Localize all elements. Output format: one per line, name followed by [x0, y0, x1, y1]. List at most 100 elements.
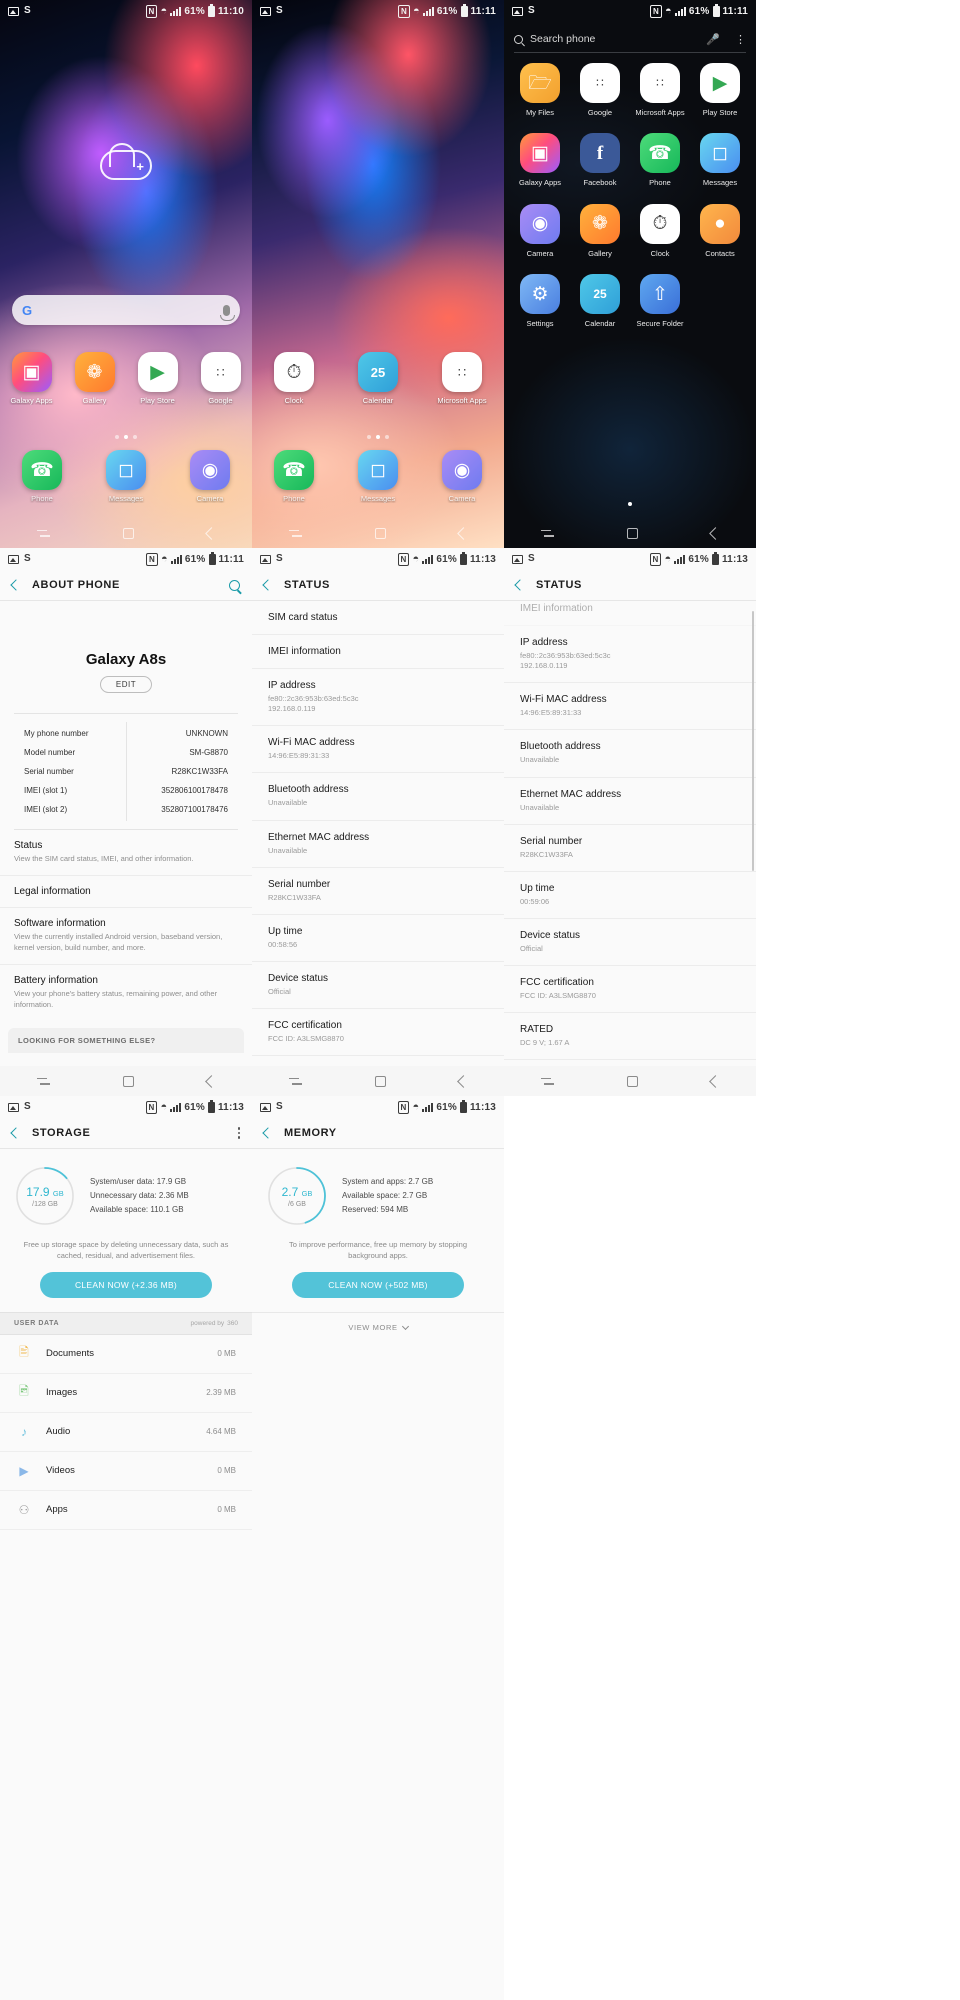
view-more-button[interactable]: VIEW MORE: [252, 1311, 504, 1342]
drawer-app-clock[interactable]: ⏱ Clock: [632, 203, 688, 258]
about-item-battery-information[interactable]: Battery information View your phone's ba…: [0, 965, 252, 1021]
edit-button[interactable]: EDIT: [100, 676, 152, 693]
status-item-device-status[interactable]: Device status Official: [504, 919, 756, 966]
status-scroll-area[interactable]: IMEI information IP address fe80::2c36:9…: [504, 601, 756, 1061]
drawer-app-phone[interactable]: ☎ Phone: [632, 133, 688, 187]
drawer-app-camera[interactable]: ◉ Camera: [512, 203, 568, 258]
list-item[interactable]: ♪ Audio 4.64 MB: [0, 1413, 252, 1452]
dock-camera[interactable]: ◉ Camera: [432, 450, 492, 503]
memory-panel[interactable]: S N ◓ 61% 11:13 MEMORY 2.7 GB /6 GB Syst…: [252, 1096, 504, 2000]
overflow-menu-icon[interactable]: [237, 1127, 240, 1139]
status-item-ip-address[interactable]: IP address fe80::2c36:953b:63ed:5c3c 192…: [252, 669, 504, 727]
back-icon[interactable]: [456, 1074, 470, 1088]
app-microsoft-apps[interactable]: ∷ Microsoft Apps: [432, 352, 492, 405]
home-icon[interactable]: [374, 1075, 386, 1087]
storage-panel[interactable]: S N ◓ 61% 11:13 STORAGE 17.9 GB /128 GB …: [0, 1096, 252, 2000]
cloud-widget[interactable]: +: [100, 143, 152, 184]
status-item-serial-number[interactable]: Serial number R28KC1W33FA: [504, 825, 756, 872]
status-item-ethernet-mac-address[interactable]: Ethernet MAC address Unavailable: [504, 778, 756, 825]
about-item-software-information[interactable]: Software information View the currently …: [0, 908, 252, 965]
home-screen-panel-1[interactable]: S N ◓ 61% 11:10 + G ▣ Galaxy Apps ❁ Gall…: [0, 0, 252, 548]
app-google-folder[interactable]: ∷ Google: [191, 352, 251, 405]
about-phone-panel[interactable]: S N ◓ 61% 11:11 ABOUT PHONE Galaxy A8s E…: [0, 548, 252, 1096]
back-icon[interactable]: [708, 526, 722, 540]
clean-now-button[interactable]: CLEAN NOW (+502 MB): [292, 1271, 464, 1298]
list-item[interactable]: ⚇ Apps 0 MB: [0, 1491, 252, 1530]
status-item-ip-address[interactable]: IP address fe80::2c36:953b:63ed:5c3c 192…: [504, 626, 756, 684]
back-icon[interactable]: [10, 579, 22, 591]
google-search-bar[interactable]: G: [12, 295, 240, 325]
status-panel-middle[interactable]: S N ◓ 61% 11:13 STATUS SIM card status I…: [252, 548, 504, 1096]
recent-apps-icon[interactable]: [288, 1076, 302, 1087]
back-icon[interactable]: [514, 579, 526, 591]
home-icon[interactable]: [122, 527, 134, 539]
home-icon[interactable]: [122, 1075, 134, 1087]
drawer-app-calendar[interactable]: 25 Calendar: [572, 274, 628, 328]
status-item-wifi-mac-address[interactable]: Wi-Fi MAC address 14:96:E5:89:31:33: [252, 726, 504, 774]
recent-apps-icon[interactable]: [540, 1076, 554, 1087]
home-screen-panel-2[interactable]: S N ◓ 61% 11:11 ⏱ Clock 25 Calendar ∷ Mi…: [252, 0, 504, 548]
list-item[interactable]: 🖹 Documents 0 MB: [0, 1335, 252, 1374]
dock-phone[interactable]: ☎ Phone: [264, 450, 324, 503]
navigation-bar-1[interactable]: [0, 518, 252, 548]
dock-messages[interactable]: ◻ Messages: [348, 450, 408, 503]
overflow-menu-icon[interactable]: ⋮: [735, 33, 746, 46]
app-gallery[interactable]: ❁ Gallery: [65, 352, 125, 405]
recent-apps-icon[interactable]: [36, 1076, 50, 1087]
navigation-bar-3[interactable]: [504, 518, 756, 548]
navigation-bar-5[interactable]: [252, 1066, 504, 1096]
mic-icon[interactable]: 🎤: [706, 33, 720, 46]
recent-apps-icon[interactable]: [540, 528, 554, 539]
navigation-bar-6[interactable]: [504, 1066, 756, 1096]
status-item-imei-information[interactable]: IMEI information: [252, 635, 504, 669]
drawer-search-bar[interactable]: Search phone 🎤 ⋮: [504, 28, 756, 50]
scrollbar[interactable]: [752, 611, 754, 871]
drawer-app-secure-folder[interactable]: ⇧ Secure Folder: [632, 274, 688, 328]
about-item-legal-information[interactable]: Legal information: [0, 876, 252, 908]
drawer-app-galaxy-apps[interactable]: ▣ Galaxy Apps: [512, 133, 568, 187]
drawer-app-microsoft-apps[interactable]: ∷ Microsoft Apps: [632, 63, 688, 117]
home-icon[interactable]: [626, 527, 638, 539]
dock-messages[interactable]: ◻ Messages: [96, 450, 156, 503]
recent-apps-icon[interactable]: [36, 528, 50, 539]
status-item-imei-information-partial[interactable]: IMEI information: [504, 601, 756, 626]
back-icon[interactable]: [204, 526, 218, 540]
status-item-wifi-mac-address[interactable]: Wi-Fi MAC address 14:96:E5:89:31:33: [504, 683, 756, 731]
home-icon[interactable]: [626, 1075, 638, 1087]
back-icon[interactable]: [262, 1127, 274, 1139]
status-item-fcc-certification[interactable]: FCC certification FCC ID: A3LSMG8870: [504, 966, 756, 1014]
status-item-fcc-certification[interactable]: FCC certification FCC ID: A3LSMG8870: [252, 1009, 504, 1057]
app-drawer-panel[interactable]: S N ◓ 61% 11:11 Search phone 🎤 ⋮ 🗁 My Fi…: [504, 0, 756, 548]
status-item-ethernet-mac-address[interactable]: Ethernet MAC address Unavailable: [252, 821, 504, 868]
status-item-up-time[interactable]: Up time 00:58:56: [252, 915, 504, 962]
status-panel-right[interactable]: S N ◓ 61% 11:13 STATUS IMEI information …: [504, 548, 756, 1096]
status-item-up-time[interactable]: Up time 00:59:06: [504, 872, 756, 919]
drawer-app-facebook[interactable]: f Facebook: [572, 133, 628, 187]
app-galaxy-apps[interactable]: ▣ Galaxy Apps: [2, 352, 62, 405]
back-icon[interactable]: [262, 579, 274, 591]
about-item-status[interactable]: Status View the SIM card status, IMEI, a…: [0, 830, 252, 876]
navigation-bar-2[interactable]: [252, 518, 504, 548]
status-item-rated[interactable]: RATED DC 9 V; 1.67 A: [504, 1013, 756, 1061]
status-item-sim-card-status[interactable]: SIM card status: [252, 601, 504, 635]
recent-apps-icon[interactable]: [288, 528, 302, 539]
search-icon[interactable]: [229, 579, 240, 591]
search-input[interactable]: Search phone: [530, 33, 595, 45]
back-icon[interactable]: [708, 1074, 722, 1088]
list-item[interactable]: ▶ Videos 0 MB: [0, 1452, 252, 1491]
app-play-store[interactable]: ▶ Play Store: [128, 352, 188, 405]
home-icon[interactable]: [374, 527, 386, 539]
back-icon[interactable]: [456, 526, 470, 540]
back-icon[interactable]: [10, 1127, 22, 1139]
dock-camera[interactable]: ◉ Camera: [180, 450, 240, 503]
drawer-app-play-store[interactable]: ▶ Play Store: [692, 63, 748, 117]
status-item-bluetooth-address[interactable]: Bluetooth address Unavailable: [504, 730, 756, 778]
dock-phone[interactable]: ☎ Phone: [12, 450, 72, 503]
status-item-bluetooth-address[interactable]: Bluetooth address Unavailable: [252, 773, 504, 821]
looking-for-something-else-card[interactable]: LOOKING FOR SOMETHING ELSE?: [8, 1028, 244, 1054]
status-item-serial-number[interactable]: Serial number R28KC1W33FA: [252, 868, 504, 915]
drawer-app-contacts[interactable]: ● Contacts: [692, 203, 748, 258]
drawer-app-messages[interactable]: ◻ Messages: [692, 133, 748, 187]
status-item-device-status[interactable]: Device status Official: [252, 962, 504, 1009]
drawer-app-google[interactable]: ∷ Google: [572, 63, 628, 117]
